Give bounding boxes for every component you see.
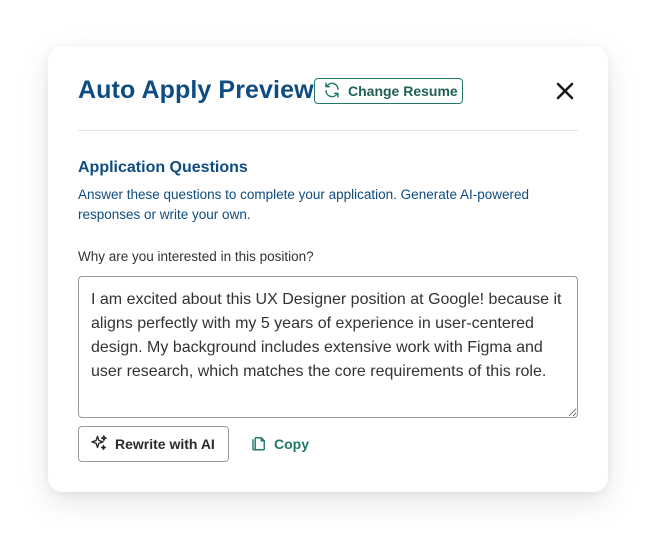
- modal-title: Auto Apply Preview: [78, 76, 314, 104]
- answer-textarea[interactable]: I am excited about this UX Designer posi…: [78, 276, 578, 418]
- rewrite-label: Rewrite with AI: [115, 436, 215, 452]
- sparkle-icon: [90, 434, 115, 455]
- change-resume-button[interactable]: Change Resume: [314, 78, 463, 104]
- copy-label: Copy: [274, 436, 309, 452]
- question-label: Why are you interested in this position?: [78, 249, 314, 264]
- auto-apply-modal: Auto Apply Preview Change Resume Applica…: [48, 46, 608, 492]
- change-resume-label: Change Resume: [348, 83, 458, 99]
- header-divider: [78, 130, 578, 131]
- section-description: Answer these questions to complete your …: [78, 187, 530, 222]
- rewrite-with-ai-button[interactable]: Rewrite with AI: [78, 426, 229, 462]
- close-icon: [556, 82, 574, 105]
- refresh-icon: [323, 81, 348, 102]
- copy-icon: [250, 434, 274, 455]
- copy-button[interactable]: Copy: [250, 434, 309, 454]
- close-button[interactable]: [553, 81, 577, 105]
- section-title: Application Questions: [78, 159, 248, 176]
